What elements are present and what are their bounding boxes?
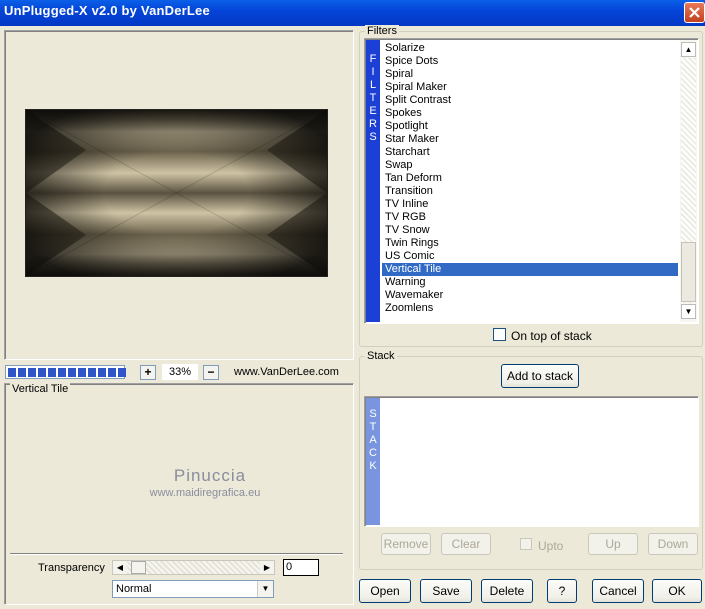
- zoom-value: 33%: [162, 364, 198, 380]
- save-button[interactable]: Save: [420, 579, 472, 603]
- filter-item[interactable]: TV RGB: [382, 211, 678, 224]
- progress-block: [8, 368, 16, 377]
- progress-bar: [5, 365, 126, 379]
- filter-item[interactable]: Zoomlens: [382, 302, 678, 315]
- filter-item[interactable]: Spotlight: [382, 120, 678, 133]
- upto-label: Upto: [538, 539, 564, 553]
- filters-side-letter: R: [369, 118, 377, 130]
- filter-item[interactable]: Spice Dots: [382, 55, 678, 68]
- delete-button[interactable]: Delete: [481, 579, 533, 603]
- filters-side-letter: T: [369, 92, 377, 104]
- down-button[interactable]: Down: [648, 533, 698, 555]
- website-link[interactable]: www.VanDerLee.com: [234, 366, 339, 378]
- zoom-out-button[interactable]: −: [203, 365, 219, 380]
- remove-button[interactable]: Remove: [381, 533, 431, 555]
- stack-list-frame[interactable]: [364, 396, 699, 527]
- filter-item[interactable]: Transition: [382, 185, 678, 198]
- filter-item[interactable]: Swap: [382, 159, 678, 172]
- stack-side-letter: S: [369, 408, 377, 420]
- blend-mode-value: Normal: [116, 583, 152, 595]
- stack-side-letter: A: [369, 434, 377, 446]
- settings-divider: [10, 553, 343, 555]
- scroll-up-icon[interactable]: ▲: [681, 42, 696, 57]
- blend-mode-select[interactable]: Normal ▼: [112, 580, 274, 598]
- progress-block: [28, 368, 36, 377]
- stack-side-letter: K: [369, 460, 377, 472]
- filter-item[interactable]: TV Inline: [382, 198, 678, 211]
- filter-item[interactable]: TV Snow: [382, 224, 678, 237]
- slider-left-arrow-icon[interactable]: ◀: [113, 561, 127, 574]
- filter-item[interactable]: Split Contrast: [382, 94, 678, 107]
- filter-item[interactable]: Tan Deform: [382, 172, 678, 185]
- filters-side-letter: S: [369, 131, 377, 143]
- scroll-down-icon[interactable]: ▼: [681, 304, 696, 319]
- filter-list[interactable]: Solarize Spice Dots Spiral Spiral Maker Spli…: [380, 40, 680, 321]
- slider-right-arrow-icon[interactable]: ▶: [260, 561, 274, 574]
- scroll-thumb[interactable]: [681, 242, 696, 302]
- filter-item[interactable]: US Comic: [382, 250, 678, 263]
- filters-group-label: Filters: [365, 25, 399, 37]
- cancel-button[interactable]: Cancel: [592, 579, 644, 603]
- up-button[interactable]: Up: [588, 533, 638, 555]
- progress-block: [38, 368, 46, 377]
- upto-checkbox[interactable]: [520, 538, 532, 550]
- zoom-in-button[interactable]: +: [140, 365, 156, 380]
- preview-image[interactable]: [25, 109, 328, 277]
- watermark-name: Pinuccia: [173, 466, 247, 485]
- transparency-slider[interactable]: ◀ ▶: [112, 560, 275, 575]
- filters-side-letter: E: [369, 105, 377, 117]
- progress-block: [78, 368, 86, 377]
- progress-block: [68, 368, 76, 377]
- progress-block: [98, 368, 106, 377]
- stack-side-letter: C: [369, 447, 377, 459]
- filter-item[interactable]: Spokes: [382, 107, 678, 120]
- filter-item[interactable]: Vertical Tile: [382, 263, 678, 276]
- filter-item[interactable]: Twin Rings: [382, 237, 678, 250]
- slider-thumb[interactable]: [131, 561, 146, 574]
- filter-item[interactable]: Starchart: [382, 146, 678, 159]
- close-icon: [689, 7, 700, 18]
- filter-item[interactable]: Warning: [382, 276, 678, 289]
- filter-item[interactable]: Solarize: [382, 42, 678, 55]
- filter-list-scrollbar[interactable]: ▲ ▼: [680, 40, 697, 322]
- filters-side-letter: I: [371, 66, 375, 78]
- progress-block: [18, 368, 26, 377]
- filter-item[interactable]: Wavemaker: [382, 289, 678, 302]
- filter-item[interactable]: Spiral: [382, 68, 678, 81]
- add-to-stack-button[interactable]: Add to stack: [501, 364, 579, 388]
- window-title: UnPlugged-X v2.0 by VanDerLee: [4, 3, 210, 18]
- filters-side-letters: FILTERS: [366, 40, 380, 144]
- settings-group-label: Vertical Tile: [10, 383, 71, 395]
- filter-item[interactable]: Star Maker: [382, 133, 678, 146]
- clear-button[interactable]: Clear: [441, 533, 491, 555]
- open-button[interactable]: Open: [359, 579, 411, 603]
- progress-block: [118, 368, 126, 377]
- progress-block: [48, 368, 56, 377]
- filters-side-letter: F: [369, 53, 377, 65]
- chevron-down-icon[interactable]: ▼: [257, 581, 273, 597]
- stack-side-letter: T: [369, 421, 377, 433]
- filter-item[interactable]: Spiral Maker: [382, 81, 678, 94]
- transparency-input[interactable]: 0: [283, 559, 319, 576]
- progress-block: [58, 368, 66, 377]
- ok-button[interactable]: OK: [652, 579, 702, 603]
- on-top-checkbox[interactable]: [493, 328, 506, 341]
- on-top-label: On top of stack: [511, 329, 592, 343]
- progress-block: [88, 368, 96, 377]
- watermark-url: www.maidiregrafica.eu: [149, 487, 261, 499]
- transparency-label: Transparency: [38, 562, 105, 574]
- stack-group-label: Stack: [365, 350, 397, 362]
- filters-side-bar: FILTERS: [366, 40, 380, 322]
- filters-side-letter: L: [369, 79, 377, 91]
- stack-side-bar: STACK: [366, 398, 380, 525]
- stack-side-letters: STACK: [366, 398, 380, 473]
- close-button[interactable]: [684, 2, 705, 23]
- progress-block: [108, 368, 116, 377]
- help-button[interactable]: ?: [547, 579, 577, 603]
